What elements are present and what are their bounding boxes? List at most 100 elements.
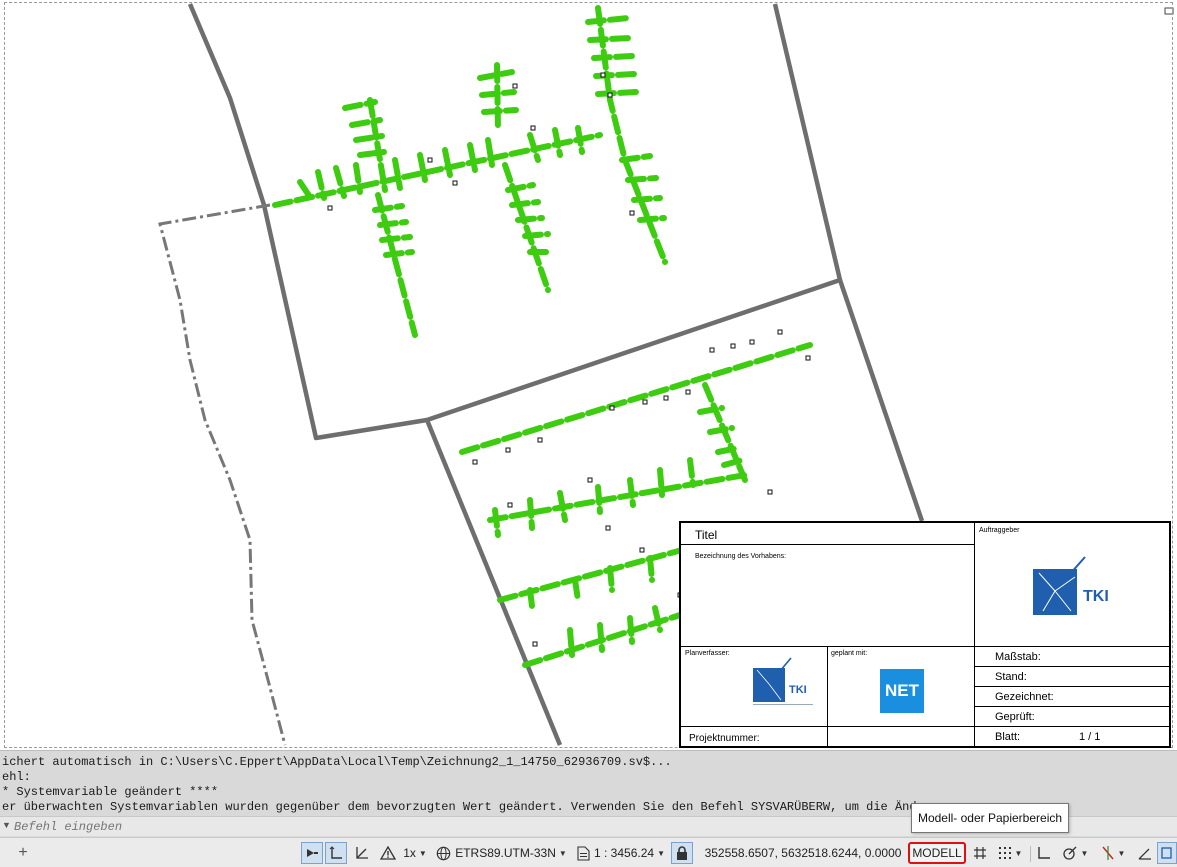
cable-segment[interactable] [595, 484, 603, 515]
isometric-drafting-icon[interactable]: ▼ [1096, 842, 1130, 864]
building-marker[interactable] [532, 641, 538, 647]
cable-segment[interactable] [687, 457, 696, 488]
cable-segment[interactable] [527, 587, 535, 609]
building-marker[interactable] [607, 92, 613, 98]
cable-segment[interactable] [595, 5, 668, 265]
building-marker[interactable] [749, 339, 755, 345]
cable-segment[interactable] [477, 69, 515, 81]
building-marker[interactable] [777, 329, 783, 335]
building-marker[interactable] [805, 355, 811, 361]
cable-segment[interactable] [567, 627, 575, 658]
cable-segment[interactable] [652, 605, 663, 633]
drawing-viewport[interactable]: Titel Bezeichnung des Vorhabens: Auftrag… [0, 0, 1177, 750]
building-marker[interactable] [685, 389, 691, 395]
building-marker[interactable] [605, 525, 611, 531]
cable-segment[interactable] [353, 133, 385, 143]
angle-icon[interactable] [1135, 842, 1155, 864]
building-marker[interactable] [767, 489, 773, 495]
building-marker[interactable] [600, 72, 606, 78]
lock-icon[interactable] [671, 842, 693, 864]
snap-mode-icon[interactable]: ▼ [993, 842, 1027, 864]
cable-segment[interactable] [392, 157, 403, 191]
building-marker[interactable] [537, 437, 543, 443]
cable-segment[interactable] [591, 53, 635, 61]
building-marker[interactable] [609, 405, 615, 411]
building-marker[interactable] [730, 343, 736, 349]
cable-segment[interactable] [502, 162, 551, 293]
building-marker[interactable] [639, 547, 645, 553]
dynamic-input-icon[interactable] [301, 842, 323, 864]
cable-segment[interactable] [595, 89, 639, 97]
add-layout-icon[interactable]: + [12, 842, 34, 864]
building-marker[interactable] [629, 210, 635, 216]
viewport-corner-icon[interactable] [1164, 7, 1174, 15]
annotation-visibility-icon[interactable] [378, 842, 398, 864]
cable-segment[interactable] [572, 577, 581, 603]
cable-segment[interactable] [619, 153, 653, 163]
building-marker[interactable] [452, 180, 458, 186]
cable-segment[interactable] [442, 147, 453, 178]
cable-segment[interactable] [479, 89, 517, 98]
building-marker[interactable] [530, 125, 536, 131]
cable-segment[interactable] [353, 162, 363, 195]
model-space-button[interactable]: MODELL [908, 842, 966, 864]
building-marker[interactable] [512, 83, 518, 89]
cable-segment[interactable] [597, 622, 605, 653]
building-marker[interactable] [427, 157, 433, 163]
cable-segment[interactable] [509, 199, 541, 208]
building-marker[interactable] [472, 459, 478, 465]
cable-segment[interactable] [485, 137, 495, 168]
building-marker[interactable] [327, 205, 333, 211]
cable-segment[interactable] [383, 249, 415, 258]
grid-icon[interactable] [970, 842, 990, 864]
cable-segment[interactable] [607, 565, 615, 593]
parcel-boundary [187, 3, 843, 441]
cable-segment[interactable] [527, 132, 541, 163]
object-snap-tracking-icon[interactable]: ▼ [1057, 842, 1093, 864]
building-marker[interactable] [663, 395, 669, 401]
cable-segment[interactable] [375, 192, 418, 338]
cable-segment[interactable] [585, 15, 631, 25]
cable-segment[interactable] [492, 507, 501, 538]
polar-tracking-icon[interactable] [351, 842, 373, 864]
cable-segment[interactable] [631, 195, 663, 203]
building-marker[interactable] [709, 347, 715, 353]
cable-segment[interactable] [557, 490, 568, 523]
cable-segment[interactable] [379, 234, 413, 243]
building-marker[interactable] [507, 502, 513, 508]
building-marker[interactable] [587, 477, 593, 483]
ortho-mode-icon[interactable] [325, 842, 347, 864]
cable-segment[interactable] [522, 231, 551, 239]
annotation-scale-dropdown[interactable]: 1x ▼ [399, 842, 431, 864]
cable-segment[interactable] [657, 467, 665, 498]
coordinate-system-dropdown[interactable]: ETRS89.UTM-33N ▼ [435, 842, 568, 864]
command-prompt-icon[interactable]: ▼ [2, 820, 11, 830]
cable-segment[interactable] [707, 425, 735, 435]
cable-segment[interactable] [481, 107, 519, 115]
cable-segment[interactable] [552, 127, 563, 158]
tb-divider [974, 666, 1170, 667]
cable-segment[interactable] [527, 497, 535, 531]
cable-segment[interactable] [637, 215, 667, 223]
cable-segment[interactable] [357, 149, 387, 158]
command-input[interactable] [14, 819, 814, 835]
cable-segment[interactable] [627, 477, 636, 508]
cable-segment[interactable] [515, 215, 545, 223]
cable-segment[interactable] [647, 555, 655, 583]
building-marker[interactable] [642, 399, 648, 405]
cable-segment[interactable] [715, 445, 741, 455]
cable-segment[interactable] [587, 35, 633, 43]
cable-segment[interactable] [372, 203, 405, 213]
cable-segment[interactable] [459, 342, 813, 455]
building-marker[interactable] [505, 447, 511, 453]
cable-segment[interactable] [367, 97, 388, 193]
cable-segment[interactable] [467, 142, 478, 173]
viewport-scale-dropdown[interactable]: 1 : 3456.24 ▼ [574, 842, 668, 864]
cable-segment[interactable] [377, 219, 409, 228]
cable-segment[interactable] [627, 615, 635, 645]
selection-cycling-icon[interactable] [1157, 842, 1177, 864]
cursor-coordinates[interactable]: 352558.6507, 5632518.6244, 0.0000 [703, 842, 903, 864]
infer-constraints-icon[interactable] [1034, 842, 1054, 864]
cable-segment[interactable] [575, 125, 585, 155]
cable-segment[interactable] [625, 175, 659, 183]
